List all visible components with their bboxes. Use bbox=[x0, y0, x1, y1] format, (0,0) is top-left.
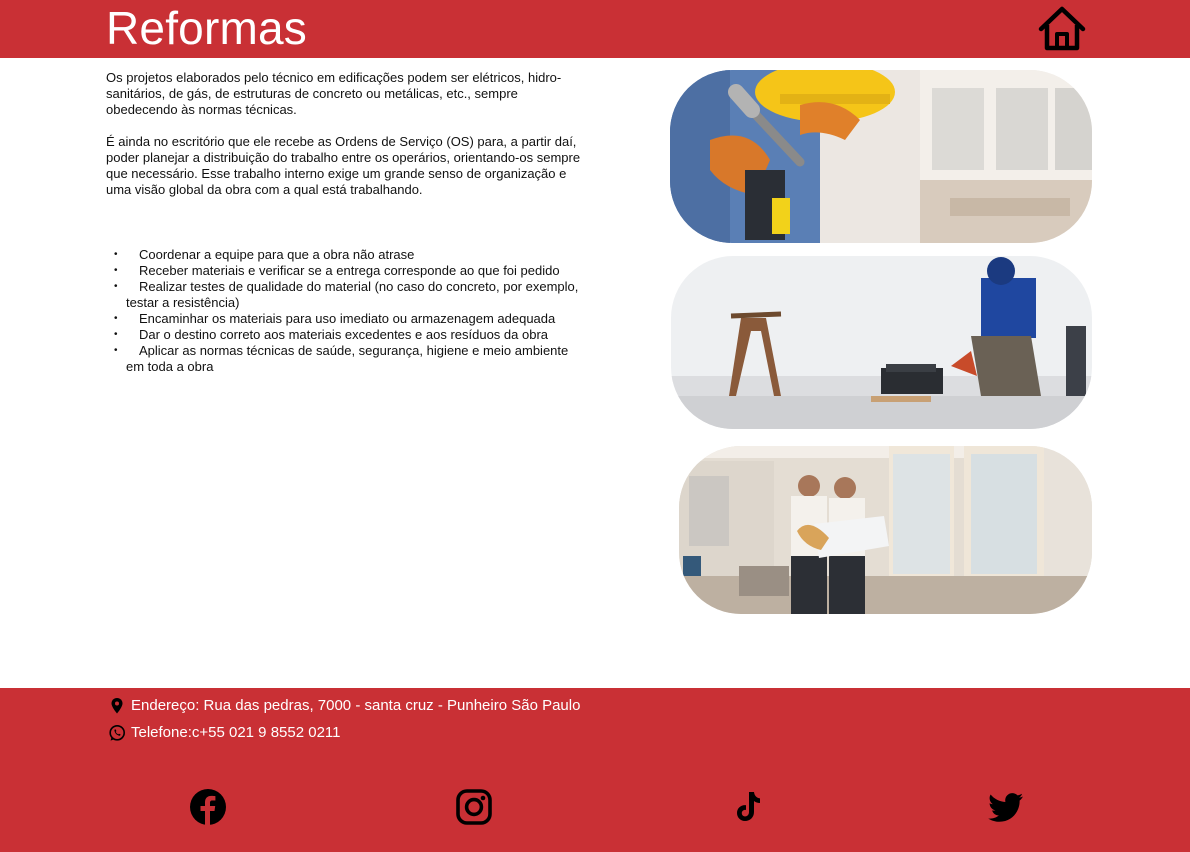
list-item: Aplicar as normas técnicas de saúde, seg… bbox=[106, 343, 584, 375]
page-title: Reformas bbox=[106, 2, 307, 54]
home-button[interactable] bbox=[1037, 5, 1087, 51]
address-line: Endereço: Rua das pedras, 7000 - santa c… bbox=[108, 697, 580, 715]
list-item: Realizar testes de qualidade do material… bbox=[106, 279, 584, 311]
tiktok-icon bbox=[737, 792, 760, 821]
address-text: Endereço: Rua das pedras, 7000 - santa c… bbox=[131, 697, 581, 714]
facebook-link[interactable] bbox=[189, 788, 227, 826]
phone-text: Telefone:c+55 021 9 8552 0211 bbox=[131, 724, 341, 741]
list-item: Receber materiais e verificar se a entre… bbox=[106, 263, 584, 279]
phone-line: Telefone:c+55 021 9 8552 0211 bbox=[108, 724, 341, 742]
facebook-icon bbox=[190, 789, 226, 825]
intro-paragraph: É ainda no escritório que ele recebe as … bbox=[106, 134, 581, 197]
whatsapp-icon bbox=[108, 724, 126, 742]
instagram-icon bbox=[456, 789, 492, 825]
intro-paragraph: Os projetos elaborados pelo técnico em e… bbox=[106, 70, 562, 117]
list-item: Coordenar a equipe para que a obra não a… bbox=[106, 247, 584, 263]
photo-worker-drilling bbox=[671, 256, 1092, 429]
twitter-link[interactable] bbox=[987, 788, 1025, 826]
twitter-icon bbox=[988, 793, 1023, 822]
instagram-link[interactable] bbox=[455, 788, 493, 826]
intro-text: Os projetos elaborados pelo técnico em e… bbox=[106, 70, 584, 214]
tasks-list: Coordenar a equipe para que a obra não a… bbox=[106, 247, 584, 375]
list-item: Encaminhar os materiais para uso imediat… bbox=[106, 311, 584, 327]
location-pin-icon bbox=[108, 697, 126, 715]
list-item: Dar o destino correto aos materiais exce… bbox=[106, 327, 584, 343]
tiktok-link[interactable] bbox=[729, 788, 767, 826]
site-header: Reformas bbox=[0, 0, 1190, 58]
photo-workers-blueprint bbox=[679, 446, 1092, 614]
home-icon bbox=[1038, 6, 1086, 51]
photo-worker-hardhat bbox=[670, 70, 1092, 243]
